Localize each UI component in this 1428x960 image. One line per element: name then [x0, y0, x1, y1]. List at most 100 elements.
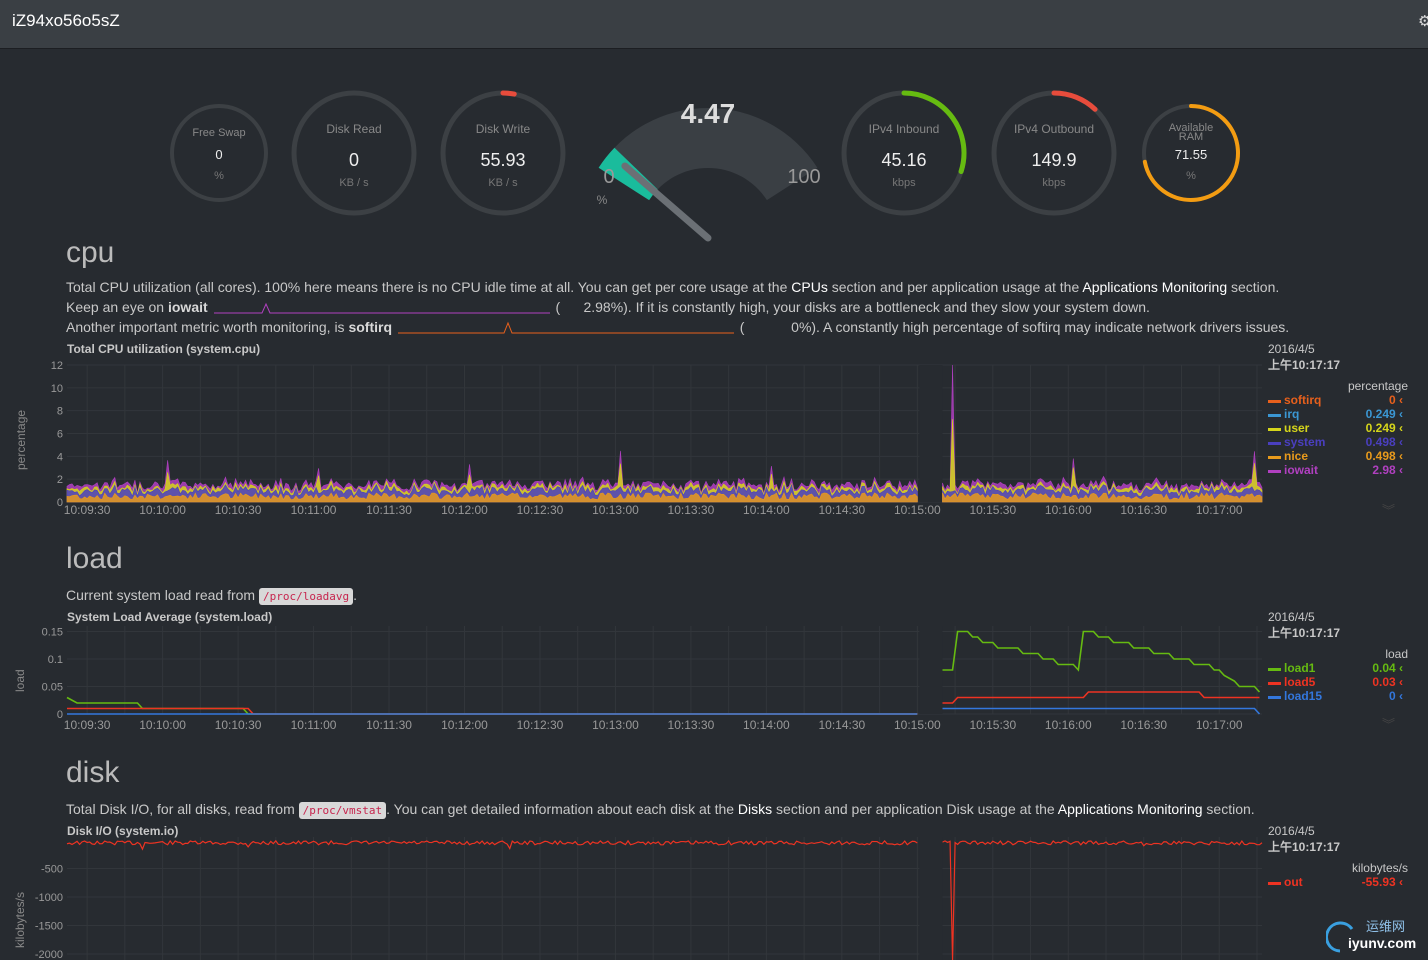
cpu-legend-row-softirq[interactable]: softirq 0 ‹: [1268, 393, 1408, 407]
load-x-tick: 10:13:00: [592, 718, 639, 732]
disk-gap: [919, 837, 943, 960]
load-desc-text-a: Current system load read from: [66, 587, 259, 603]
load-x-tick: 10:15:00: [894, 718, 941, 732]
load-legend-swatch: [1268, 696, 1281, 699]
gauges-row: Free Swap 0% Disk Read 0 KB / s Disk Write 55.…: [170, 90, 1240, 242]
cpu-legend-row-user[interactable]: user 0.249 ‹: [1268, 421, 1408, 435]
cpu-x-tick: 10:13:00: [592, 503, 639, 517]
load-legend-value: 0.04 ‹: [1372, 661, 1403, 675]
cpu-x-tick: 10:17:00: [1196, 503, 1243, 517]
disks-link[interactable]: Disks: [738, 801, 772, 817]
load-x-tick: 10:10:00: [139, 718, 186, 732]
cpu-desc2-text-b: 2.98%). If it is constantly high, your d…: [583, 299, 1150, 315]
top-bar: iZ94xo56o5sZ ⚙: [0, 0, 1428, 49]
hostname[interactable]: iZ94xo56o5sZ: [12, 11, 120, 31]
load-legend-units: load: [1385, 647, 1408, 661]
softirq-label: softirq: [348, 319, 393, 335]
proc-vmstat-code: /proc/vmstat: [298, 802, 387, 819]
gauge-title-ipv4-outbound: IPv4 Outbound: [1014, 122, 1094, 136]
load-legend-row-load5[interactable]: load5 0.03 ‹: [1268, 675, 1408, 689]
cpu-x-tick: 10:15:00: [894, 503, 941, 517]
load-y-tick: 0: [57, 709, 63, 721]
load-series-load1: [66, 696, 918, 715]
cpu-x-tick: 10:11:00: [291, 503, 337, 517]
cpu-x-tick: 10:12:00: [441, 503, 488, 517]
iowait-sparkline: [213, 302, 550, 314]
gauge-value-ipv4-inbound: 45.16: [881, 150, 926, 170]
gauge-arc-disk-write: [500, 90, 517, 97]
load-legend-row-load1[interactable]: load1 0.04 ‹: [1268, 661, 1408, 675]
cpu-legend-value: 0.498 ‹: [1365, 449, 1403, 463]
disk-chart[interactable]: -500 -1000 -1500 -2000: [0, 835, 1265, 960]
gauge-unit-free-swap: %: [214, 170, 224, 182]
cpu-gauge-max: 100: [787, 166, 820, 188]
proc-loadavg-code: /proc/loadavg: [258, 588, 354, 605]
applications-monitoring-link-disk[interactable]: Applications Monitoring: [1058, 801, 1203, 817]
cpu-y-tick: 10: [51, 383, 63, 395]
load-x-tick: 10:15:30: [969, 718, 1016, 732]
disk-section-title: disk: [66, 756, 120, 789]
gauge-value-available-ram: 71.55: [1175, 147, 1208, 162]
gauge-title-available-ram-2: RAM: [1179, 131, 1203, 143]
cpu-legend-swatch: [1268, 400, 1281, 403]
disk-legend-swatch: [1268, 882, 1281, 885]
cpu-desc1-text-a: Total CPU utilization (all cores). 100% …: [66, 279, 792, 295]
iowait-paren: (: [555, 299, 561, 315]
cpu-x-tick: 10:16:30: [1120, 503, 1167, 517]
cpu-x-tick: 10:12:30: [517, 503, 564, 517]
load-legend-value: 0.03 ‹: [1372, 675, 1403, 689]
load-y-tick: 0.05: [42, 682, 63, 694]
cpu-legend-time: 上午10:17:17: [1268, 358, 1341, 372]
load-legend-name: load1: [1284, 661, 1316, 675]
disk-legend-time: 上午10:17:17: [1268, 840, 1341, 854]
load-legend-time: 上午10:17:17: [1268, 626, 1341, 640]
cpus-link[interactable]: CPUs: [791, 279, 828, 295]
load-legend-date: 2016/4/5: [1268, 610, 1315, 624]
cpu-gauge-min: 0: [603, 166, 614, 188]
gauge-value-disk-read: 0: [349, 150, 359, 170]
cpu-x-tick: 10:10:30: [215, 503, 262, 517]
disk-desc-text-a: Total Disk I/O, for all disks, read from: [66, 801, 299, 817]
applications-monitoring-link[interactable]: Applications Monitoring: [1082, 279, 1227, 295]
load-legend: 2016/4/5 上午10:17:17 load load1 0.04 ‹ load…: [1268, 610, 1408, 703]
cpu-legend-name: iowait: [1284, 463, 1319, 477]
cpu-description-line2: Keep an eye on iowait ( 2.98%). If it is…: [66, 299, 1150, 315]
load-chart-resize-icon[interactable]: ︾: [1382, 714, 1395, 733]
iowait-label: iowait: [167, 299, 208, 315]
load-chart-title: System Load Average (system.load): [67, 610, 273, 624]
cpu-legend-row-nice[interactable]: nice 0.498 ‹: [1268, 449, 1408, 463]
load-x-tick: 10:14:00: [743, 718, 790, 732]
cpu-chart-resize-icon[interactable]: ︾: [1382, 500, 1395, 519]
load-legend-row-load15[interactable]: load15 0 ‹: [1268, 689, 1408, 703]
cpu-desc1-text-b: section and per application usage at the: [827, 279, 1083, 295]
gauge-arc-ipv4-outbound: [1051, 90, 1098, 112]
load-x-tick: 10:17:00: [1196, 718, 1243, 732]
disk-y-tick: -1500: [35, 921, 63, 933]
cpu-gauge-unit: %: [597, 193, 608, 207]
cpu-legend-units: percentage: [1347, 379, 1408, 393]
cpu-chart-title: Total CPU utilization (system.cpu): [67, 342, 261, 356]
gauge-title-disk-read: Disk Read: [326, 122, 381, 136]
load-chart[interactable]: 0 0.05 0.1 0.15 10:09:30 10:10:00 10:10:30 10:1…: [0, 623, 1265, 738]
cpu-legend-row-iowait[interactable]: iowait 2.98 ‹: [1268, 463, 1408, 477]
load-series-load5: [67, 707, 918, 715]
gear-icon[interactable]: ⚙: [1418, 12, 1428, 30]
cpu-x-tick: 10:11:30: [366, 503, 412, 517]
cpu-x-tick: 10:10:00: [139, 503, 186, 517]
load-desc-text-b: .: [353, 587, 357, 603]
disk-legend-row-out[interactable]: out -55.93 ‹: [1268, 875, 1408, 889]
gauge-value-disk-write: 55.93: [480, 150, 525, 170]
cpu-legend-row-irq[interactable]: irq 0.249 ‹: [1268, 407, 1408, 421]
disk-y-tick: -1000: [35, 892, 63, 904]
load-legend-swatch: [1268, 682, 1281, 685]
cpu-legend-swatch: [1268, 442, 1281, 445]
cpu-legend-name: irq: [1284, 407, 1300, 421]
cpu-x-tick: 10:15:30: [969, 503, 1016, 517]
disk-desc-text-c: section and per application Disk usage a…: [772, 801, 1058, 817]
cpu-x-tick: 10:14:30: [819, 503, 866, 517]
svg-text:运维网: 运维网: [1366, 919, 1405, 934]
load-legend-value: 0 ‹: [1388, 689, 1403, 703]
cpu-chart[interactable]: 0 2 4 6 8 10 12 10:09:30 10:10:00 10:10:30 10:11:0…: [0, 355, 1265, 520]
cpu-legend-row-system[interactable]: system 0.498 ‹: [1268, 435, 1408, 449]
load-x-tick: 10:12:30: [517, 718, 564, 732]
